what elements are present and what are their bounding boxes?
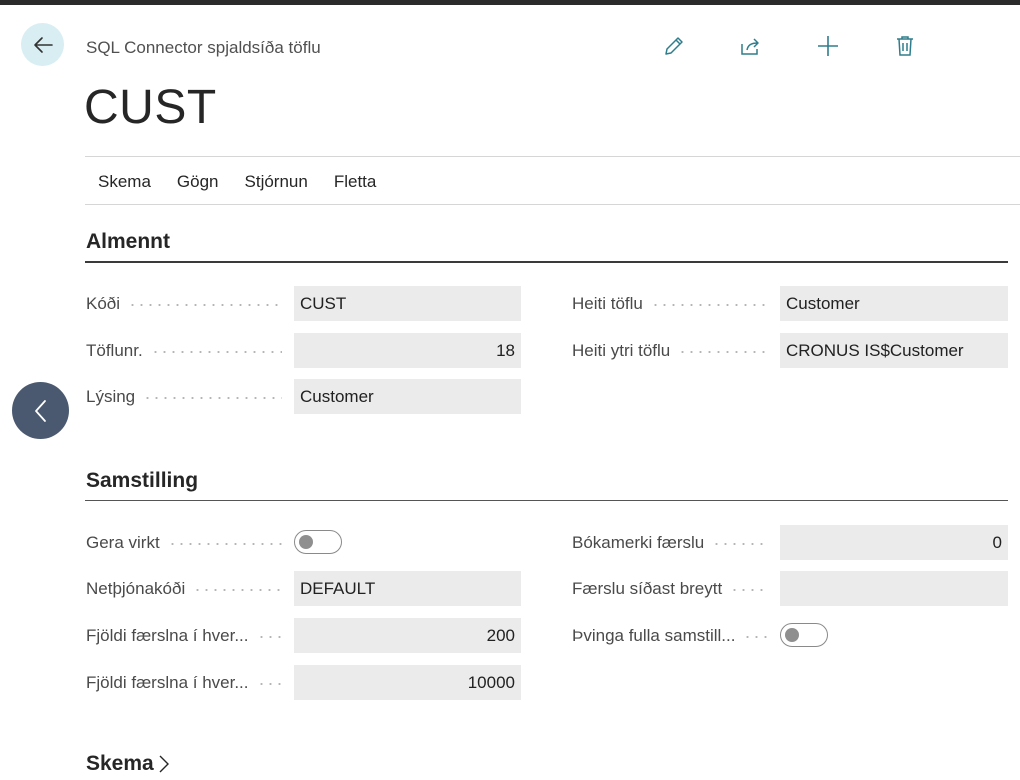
menu-item-data[interactable]: Gögn — [177, 172, 219, 192]
table-no-field[interactable]: 18 — [294, 333, 521, 368]
menu-item-management[interactable]: Stjórnun — [245, 172, 308, 192]
top-bar — [0, 0, 1020, 5]
menu-item-schema[interactable]: Skema — [98, 172, 151, 192]
table-no-label: Töflunr. — [86, 341, 282, 361]
description-field[interactable]: Customer — [294, 379, 521, 414]
last-modified-label: Færslu síðast breytt — [572, 579, 768, 599]
records-per-run-label: Fjöldi færslna í hver... — [86, 673, 282, 693]
section-title-sync[interactable]: Samstilling — [86, 469, 198, 493]
table-name-label: Heiti töflu — [572, 294, 768, 314]
collapse-panel-button[interactable] — [12, 382, 69, 439]
action-menu: Skema Gögn Stjórnun Fletta — [98, 172, 376, 192]
edit-icon — [665, 37, 683, 55]
enable-toggle[interactable] — [294, 530, 342, 554]
add-button[interactable] — [815, 33, 841, 59]
force-full-sync-label: Þvinga fulla samstill... — [572, 626, 768, 646]
server-code-field[interactable]: DEFAULT — [294, 571, 521, 606]
code-label: Kóði — [86, 294, 282, 314]
bookmark-label: Bókamerki færslu — [572, 533, 768, 553]
server-code-label: Netþjónakóði — [86, 579, 282, 599]
chevron-right-icon — [159, 755, 169, 773]
force-full-sync-toggle[interactable] — [780, 623, 828, 647]
edit-button[interactable] — [661, 33, 687, 59]
toggle-knob — [299, 535, 313, 549]
share-icon — [741, 38, 759, 55]
records-per-run-field[interactable]: 10000 — [294, 665, 521, 700]
toggle-knob — [785, 628, 799, 642]
last-modified-field[interactable] — [780, 571, 1008, 606]
delete-button[interactable] — [892, 33, 918, 59]
menu-divider-top — [85, 156, 1020, 157]
section-title-general[interactable]: Almennt — [86, 230, 170, 254]
page-title: CUST — [84, 81, 217, 134]
back-button[interactable] — [21, 23, 64, 66]
menu-divider-bottom — [85, 204, 1020, 205]
share-button[interactable] — [737, 33, 763, 59]
add-icon — [818, 36, 838, 56]
menu-item-navigate[interactable]: Fletta — [334, 172, 377, 192]
arrow-left-icon — [33, 36, 53, 53]
section-rule-sync — [85, 500, 1008, 501]
records-per-batch-field[interactable]: 200 — [294, 618, 521, 653]
bookmark-field[interactable]: 0 — [780, 525, 1008, 560]
code-field[interactable]: CUST — [294, 286, 521, 321]
ext-table-name-field[interactable]: CRONUS IS$Customer — [780, 333, 1008, 368]
section-title-schema[interactable]: Skema — [86, 752, 170, 776]
description-label: Lýsing — [86, 387, 282, 407]
records-per-batch-label: Fjöldi færslna í hver... — [86, 626, 282, 646]
chevron-left-icon — [34, 399, 46, 422]
ext-table-name-label: Heiti ytri töflu — [572, 341, 768, 361]
enable-label: Gera virkt — [86, 533, 282, 553]
table-name-field[interactable]: Customer — [780, 286, 1008, 321]
breadcrumb: SQL Connector spjaldsíða töflu — [86, 38, 321, 57]
section-rule-general — [85, 261, 1008, 263]
delete-icon — [897, 36, 913, 56]
